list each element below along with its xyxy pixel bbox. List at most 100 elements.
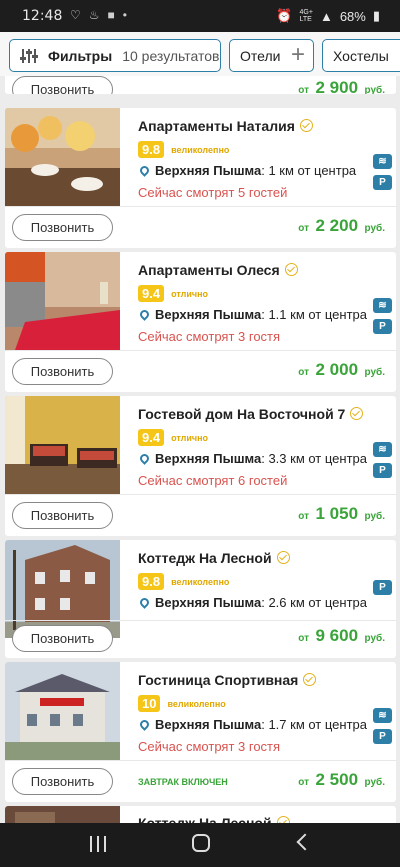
listing-photo[interactable] bbox=[5, 252, 120, 350]
parking-icon: P bbox=[373, 729, 392, 744]
dot-icon: • bbox=[122, 8, 127, 22]
parking-icon: P bbox=[373, 463, 392, 478]
listing-photo[interactable] bbox=[5, 806, 120, 823]
location: Верхняя Пышма: 3.3 км от центра bbox=[138, 451, 367, 466]
notification-icons: ♡ ♨ ■ • bbox=[70, 8, 127, 22]
rating-score: 9.4 bbox=[138, 429, 165, 446]
hostels-label: Хостелы bbox=[333, 47, 389, 64]
verified-icon bbox=[276, 551, 290, 564]
listing-title[interactable]: Гостиница Спортивная bbox=[138, 672, 317, 688]
listing-photo[interactable] bbox=[5, 396, 120, 494]
listing-card[interactable]: Апартаменты Наталия 9.8 великолепно Верх… bbox=[5, 108, 396, 248]
price: от 9 600 руб. bbox=[298, 626, 385, 645]
network-indicator: 4G+ LTE bbox=[299, 9, 313, 23]
location-pin-icon bbox=[138, 452, 151, 465]
call-button[interactable]: Позвонить bbox=[12, 358, 113, 385]
listing-card[interactable]: Коттедж На Лесной bbox=[5, 806, 396, 823]
listing-photo[interactable] bbox=[5, 662, 120, 760]
location-pin-icon bbox=[138, 308, 151, 321]
verified-icon bbox=[276, 816, 290, 823]
divider bbox=[5, 620, 396, 621]
divider bbox=[5, 350, 396, 351]
status-time: 12:48 bbox=[22, 8, 63, 24]
price: от 1 050 руб. bbox=[298, 504, 385, 523]
viewing-now: Сейчас смотрят 6 гостей bbox=[138, 473, 288, 488]
amenities: ≋ P bbox=[373, 708, 393, 750]
drop-icon: ♨ bbox=[88, 8, 100, 22]
verified-icon bbox=[303, 673, 317, 686]
listing-title[interactable]: Коттедж На Лесной bbox=[138, 815, 290, 823]
listing-card[interactable]: Коттедж На Лесной 9.8 великолепно Верхня… bbox=[5, 540, 396, 658]
rating: 9.4 отлично bbox=[138, 285, 208, 302]
rating-label: великолепно bbox=[171, 144, 230, 155]
hotels-chip[interactable]: Отели + bbox=[229, 39, 314, 72]
home-icon[interactable] bbox=[192, 834, 210, 852]
listing-list: Позвонить от 2 900 руб. Апартаменты Ната… bbox=[0, 76, 400, 823]
listing-card[interactable]: Гостевой дом На Восточной 7 9.4 отлично … bbox=[5, 396, 396, 536]
heart-rate-icon: ♡ bbox=[70, 8, 81, 22]
back-icon[interactable] bbox=[296, 833, 314, 851]
location: Верхняя Пышма: 1 км от центра bbox=[138, 163, 356, 178]
rating-label: отлично bbox=[171, 288, 209, 299]
listing-photo[interactable] bbox=[5, 108, 120, 206]
price: от 2 000 руб. bbox=[298, 360, 385, 379]
rating-label: отлично bbox=[171, 432, 209, 443]
verified-icon bbox=[284, 263, 298, 276]
amenities: ≋ P bbox=[373, 298, 393, 340]
listing-title[interactable]: Апартаменты Наталия bbox=[138, 118, 313, 134]
wifi-icon: ≋ bbox=[373, 154, 392, 169]
listing-photo[interactable] bbox=[5, 540, 120, 638]
rating: 9.8 великолепно bbox=[138, 141, 229, 158]
call-button[interactable]: Позвонить bbox=[12, 76, 113, 94]
viewing-now: Сейчас смотрят 5 гостей bbox=[138, 185, 288, 200]
rating-score: 9.8 bbox=[138, 141, 165, 158]
wifi-icon: ≋ bbox=[373, 442, 392, 457]
parking-icon: P bbox=[373, 319, 392, 334]
divider bbox=[5, 494, 396, 495]
breakfast-included: завтрак включен bbox=[138, 777, 228, 787]
alarm-icon: ⏰ bbox=[276, 8, 293, 23]
filters-button[interactable]: Фильтры 10 результатов bbox=[9, 39, 221, 72]
hotels-label: Отели bbox=[240, 47, 281, 64]
viewing-now: Сейчас смотрят 3 гостя bbox=[138, 329, 281, 344]
price: от 2 200 руб. bbox=[298, 216, 385, 235]
call-button[interactable]: Позвонить bbox=[12, 625, 113, 652]
status-bar: 12:48 ♡ ♨ ■ • ⏰ 4G+ LTE ▲ 68% ▮ bbox=[0, 0, 400, 32]
call-button[interactable]: Позвонить bbox=[12, 502, 113, 529]
listing-title[interactable]: Гостевой дом На Восточной 7 bbox=[138, 406, 364, 422]
wifi-icon: ≋ bbox=[373, 708, 392, 723]
price: от 2 500 руб. bbox=[298, 770, 385, 789]
amenities: P bbox=[373, 580, 393, 601]
battery-icon: ▮ bbox=[372, 8, 380, 23]
rating-score: 9.4 bbox=[138, 285, 165, 302]
rating: 9.4 отлично bbox=[138, 429, 208, 446]
listing-card[interactable]: Позвонить от 2 900 руб. bbox=[5, 76, 396, 94]
listing-card[interactable]: Апартаменты Олеся 9.4 отлично Верхняя Пы… bbox=[5, 252, 396, 392]
divider bbox=[5, 760, 396, 761]
location: Верхняя Пышма: 2.6 км от центра bbox=[138, 595, 367, 610]
location-pin-icon bbox=[138, 164, 151, 177]
recent-apps-icon[interactable] bbox=[90, 836, 106, 852]
parking-icon: P bbox=[373, 175, 392, 190]
navigation-bar bbox=[0, 823, 400, 867]
price: от 2 900 руб. bbox=[298, 78, 385, 94]
rating: 9.8 великолепно bbox=[138, 573, 229, 590]
amenities: ≋ P bbox=[373, 154, 393, 196]
listing-title[interactable]: Коттедж На Лесной bbox=[138, 550, 290, 566]
filter-bar: Фильтры 10 результатов Отели + Хостелы + bbox=[0, 32, 400, 76]
sliders-icon bbox=[20, 48, 38, 63]
rating-score: 10 bbox=[138, 695, 161, 712]
listing-card[interactable]: Гостиница Спортивная 10 великолепно Верх… bbox=[5, 662, 396, 802]
call-button[interactable]: Позвонить bbox=[12, 214, 113, 241]
location: Верхняя Пышма: 1.1 км от центра bbox=[138, 307, 367, 322]
location: Верхняя Пышма: 1.7 км от центра bbox=[138, 717, 367, 732]
rating-score: 9.8 bbox=[138, 573, 165, 590]
viewing-now: Сейчас смотрят 3 гостя bbox=[138, 739, 281, 754]
message-icon: ■ bbox=[107, 8, 115, 22]
verified-icon bbox=[299, 119, 313, 132]
listing-title[interactable]: Апартаменты Олеся bbox=[138, 262, 298, 278]
call-button[interactable]: Позвонить bbox=[12, 768, 113, 795]
parking-icon: P bbox=[373, 580, 392, 595]
location-pin-icon bbox=[138, 596, 151, 609]
hostels-chip[interactable]: Хостелы + bbox=[322, 39, 400, 72]
